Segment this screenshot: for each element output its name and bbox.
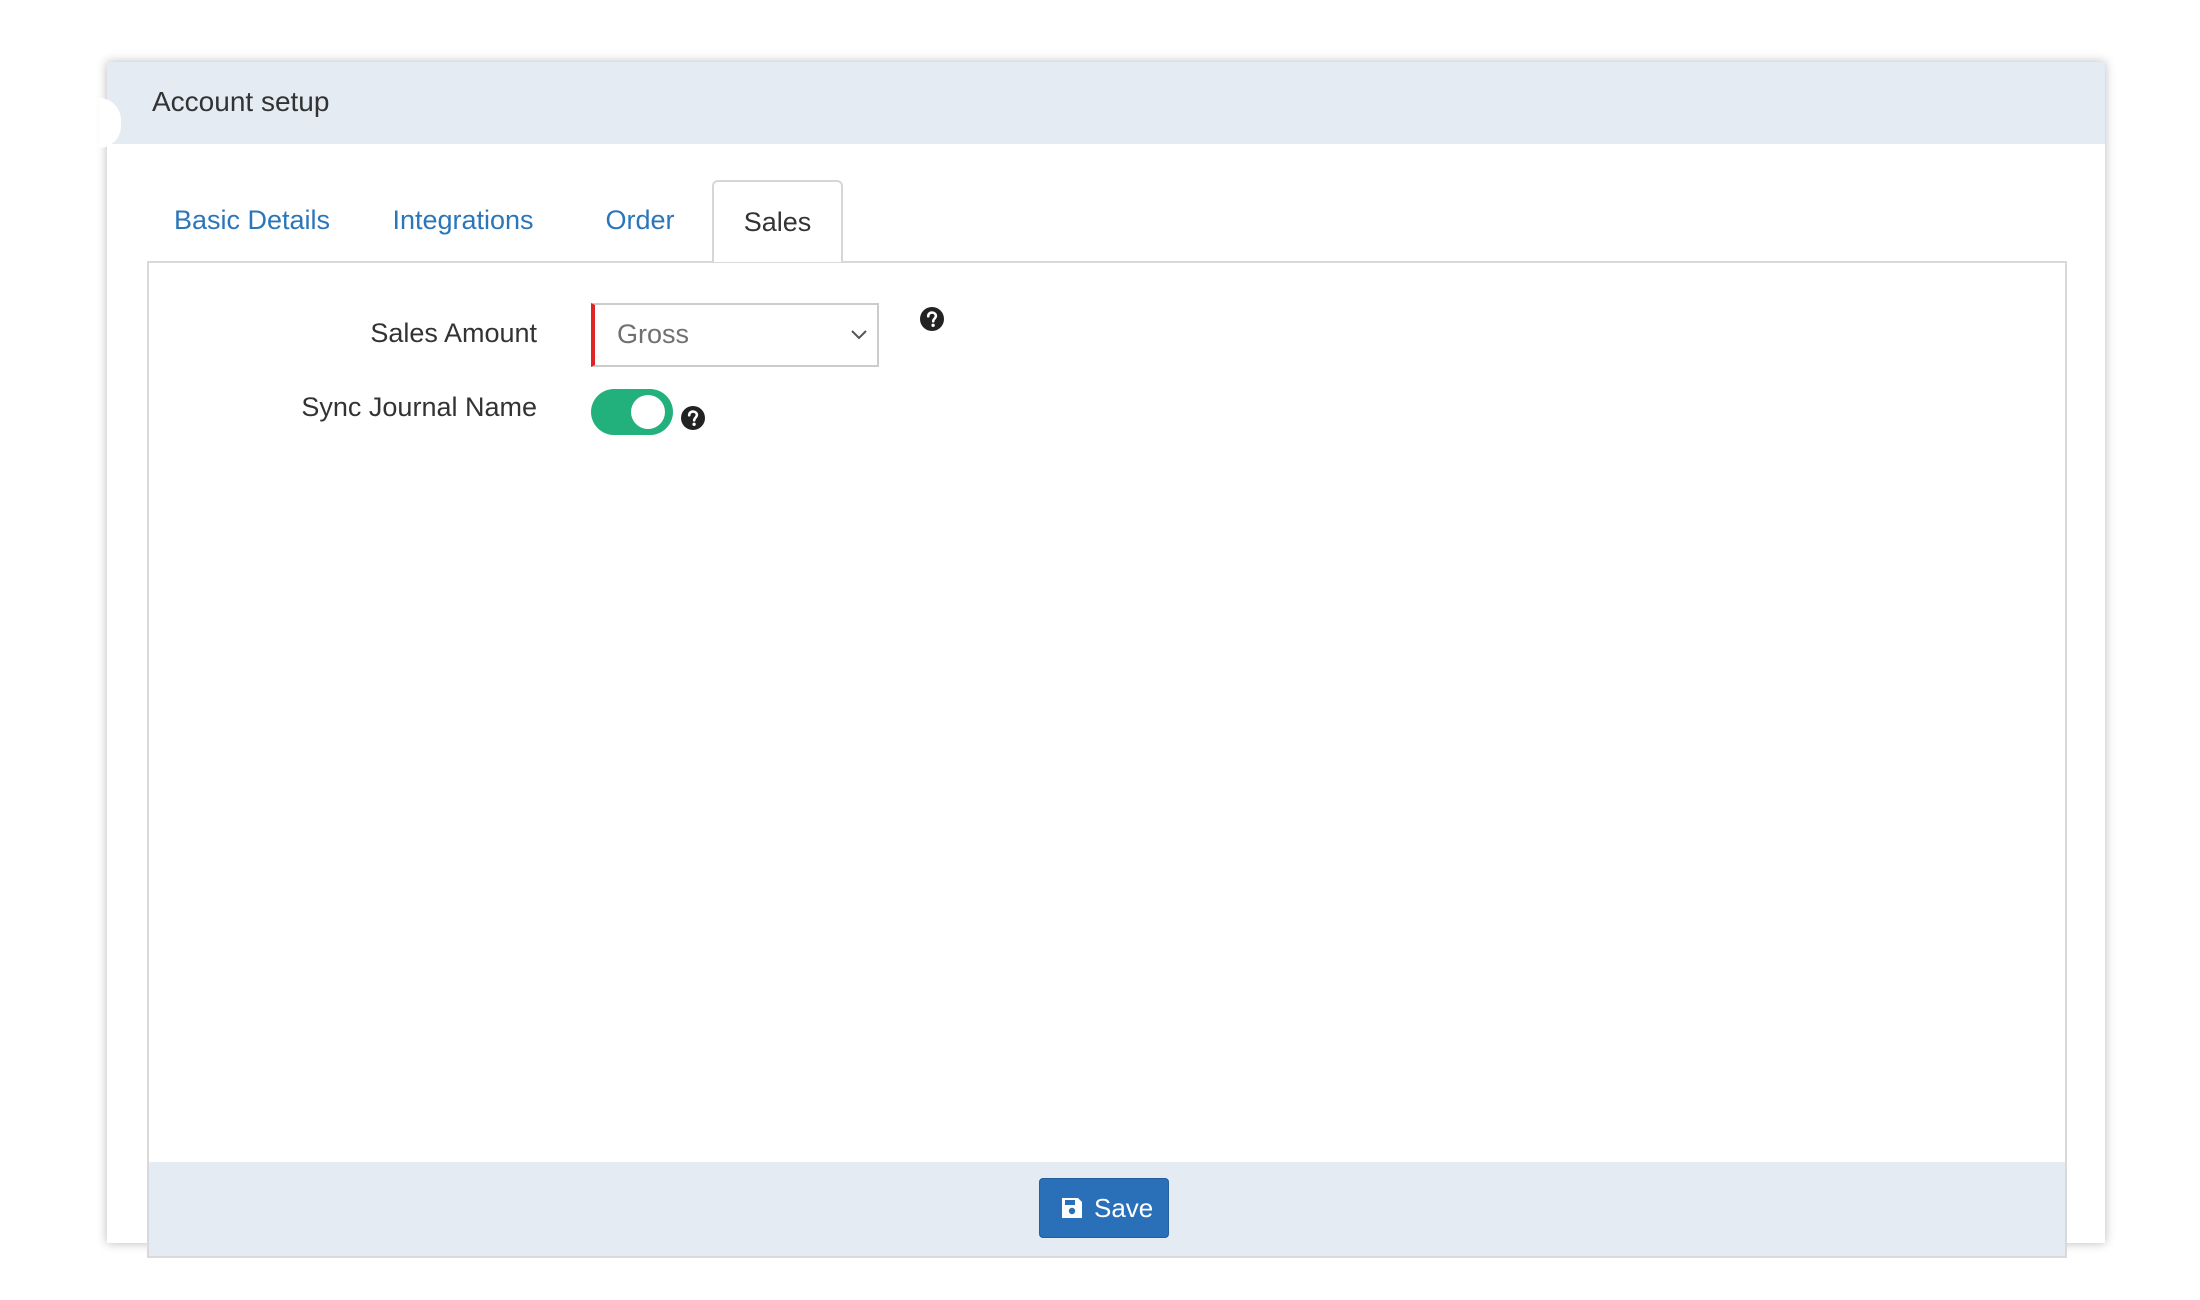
- panel-footer: Save: [149, 1162, 2065, 1256]
- sales-amount-label: Sales Amount: [370, 318, 537, 348]
- tab-order[interactable]: Order: [575, 180, 705, 260]
- sales-amount-select[interactable]: Gross: [591, 303, 879, 367]
- sales-tab-panel: Sales Amount Gross Sync Journal Name Sav…: [147, 261, 2067, 1258]
- sidebar-collapse-handle[interactable]: [99, 98, 121, 148]
- sync-journal-name-label: Sync Journal Name: [301, 392, 537, 422]
- save-button[interactable]: Save: [1039, 1178, 1169, 1238]
- save-button-label: Save: [1094, 1193, 1154, 1223]
- card-title: Account setup: [152, 86, 330, 117]
- card-header: Account setup: [99, 62, 2105, 148]
- sync-journal-name-toggle[interactable]: [591, 389, 673, 435]
- toggle-knob: [631, 395, 665, 429]
- tab-sales[interactable]: Sales: [712, 180, 843, 262]
- tab-integrations[interactable]: Integrations: [365, 180, 561, 260]
- tab-basic-details[interactable]: Basic Details: [147, 180, 357, 260]
- sales-amount-help-icon[interactable]: [919, 306, 945, 332]
- account-setup-card: Account setup Basic Details Integrations…: [99, 62, 2105, 1258]
- tab-bar: Basic Details Integrations Order Sales: [147, 180, 2067, 262]
- chevron-down-icon: [851, 330, 867, 340]
- sales-amount-select-value: Gross: [617, 319, 690, 349]
- floppy-disk-icon: [1062, 1198, 1082, 1218]
- sync-journal-name-help-icon[interactable]: [680, 405, 706, 431]
